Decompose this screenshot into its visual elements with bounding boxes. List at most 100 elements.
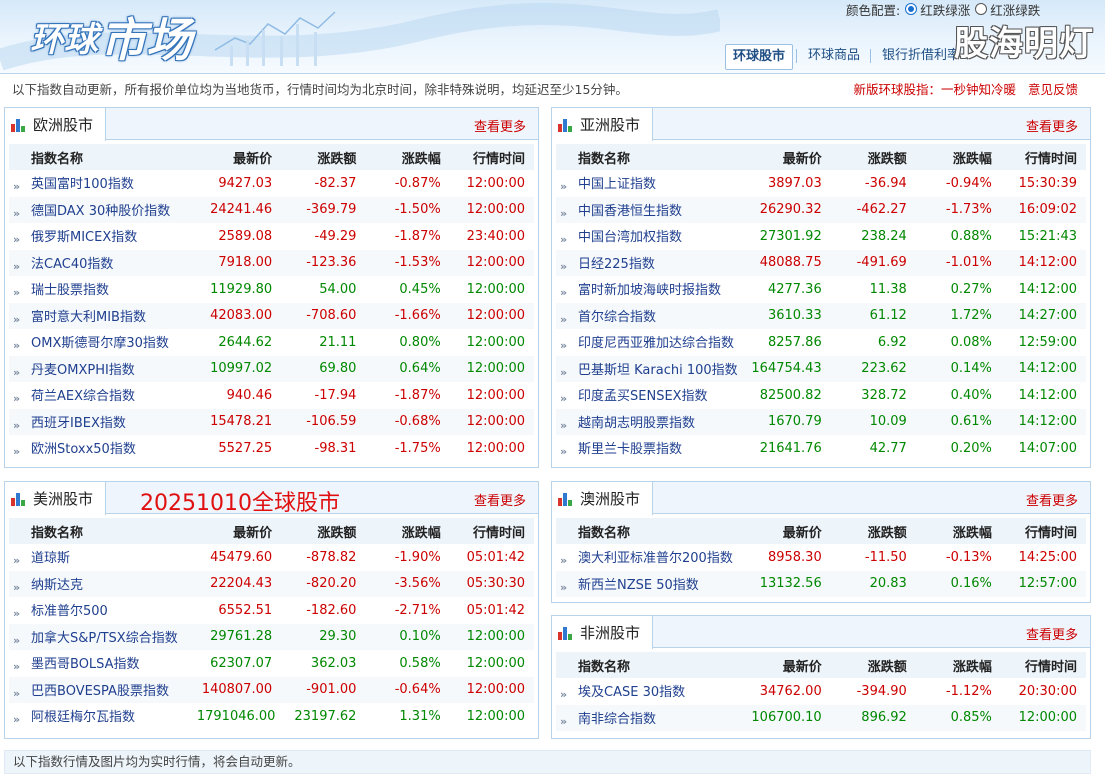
table-row[interactable]: » 中国台湾加权指数 27301.92 238.24 0.88% 15:21:43	[556, 223, 1086, 250]
table-row[interactable]: » 澳大利亚标准普尔200指数 8958.30 -11.50 -0.13% 14:25:0…	[556, 544, 1086, 571]
index-name-link[interactable]: 法CAC40指数	[31, 257, 113, 272]
index-name-link[interactable]: 阿根廷梅尔瓦指数	[31, 710, 135, 725]
index-name-link[interactable]: 印度尼西亚雅加达综合指数	[578, 336, 734, 351]
view-more-link[interactable]: 查看更多	[474, 116, 526, 135]
index-name-cell: » 加拿大S&P/TSX综合指数	[9, 623, 197, 650]
index-name-cell: » 印度尼西亚雅加达综合指数	[556, 329, 746, 356]
table-row[interactable]: » 巴西BOVESPA股票指数 140807.00 -901.00 -0.64% 12:0…	[9, 676, 534, 703]
table-body: » 埃及CASE 30指数 34762.00 -394.90 -1.12% 20:30:0…	[556, 678, 1086, 731]
index-name-link[interactable]: 欧洲Stoxx50指数	[31, 442, 136, 457]
radio-selected-icon[interactable]	[905, 3, 918, 15]
table-row[interactable]: » 斯里兰卡股票指数 21641.76 42.77 0.20% 14:07:00	[556, 435, 1086, 462]
index-name-link[interactable]: 富时新加坡海峡时报指数	[578, 283, 721, 298]
panel-title-tab[interactable]: 亚洲股市	[552, 108, 654, 141]
table-row[interactable]: » 南非综合指数 106700.10 896.92 0.85% 12:00:00	[556, 704, 1086, 731]
table-row[interactable]: » 英国富时100指数 9427.03 -82.37 -0.87% 12:00:00	[9, 170, 534, 197]
index-name-link[interactable]: 越南胡志明股票指数	[578, 416, 695, 431]
table-row[interactable]: » 瑞士股票指数 11929.80 54.00 0.45% 12:00:00	[9, 276, 534, 303]
table-row[interactable]: » 欧洲Stoxx50指数 5527.25 -98.31 -1.75% 12:00:00	[9, 435, 534, 462]
index-name-link[interactable]: 澳大利亚标准普尔200指数	[578, 551, 733, 566]
panel-title-tab[interactable]: 欧洲股市	[5, 108, 107, 141]
index-name-cell: » 南非综合指数	[556, 704, 746, 731]
index-name-link[interactable]: 印度孟买SENSEX指数	[578, 389, 708, 404]
double-chevron-icon: »	[560, 206, 567, 220]
index-name-link[interactable]: 德国DAX 30种股价指数	[31, 204, 170, 219]
view-more-link[interactable]: 查看更多	[1026, 624, 1078, 643]
index-name-cell: » 中国上证指数	[556, 170, 746, 197]
index-name-link[interactable]: 富时意大利MIB指数	[31, 310, 146, 325]
view-more-link[interactable]: 查看更多	[1026, 490, 1078, 509]
radio-icon[interactable]	[975, 3, 988, 15]
table-row[interactable]: » 德国DAX 30种股价指数 24241.46 -369.79 -1.50% 12:00…	[9, 196, 534, 223]
table-row[interactable]: » 俄罗斯MICEX指数 2589.08 -49.29 -1.87% 23:40:00	[9, 223, 534, 250]
index-name-link[interactable]: 首尔综合指数	[578, 310, 656, 325]
panel-header: 澳洲股市 查看更多	[552, 482, 1090, 515]
table-row[interactable]: » 法CAC40指数 7918.00 -123.36 -1.53% 12:00:00	[9, 249, 534, 276]
index-name-link[interactable]: 荷兰AEX综合指数	[31, 389, 135, 404]
new-version-link[interactable]: 新版环球股指：一秒钟知冷暖	[853, 82, 1016, 97]
index-name-link[interactable]: 中国台湾加权指数	[578, 230, 682, 245]
index-name-link[interactable]: 巴基斯坦 Karachi 100指数	[578, 363, 738, 378]
table-row[interactable]: » 印度尼西亚雅加达综合指数 8257.86 6.92 0.08% 12:59:00	[556, 329, 1086, 356]
table-row[interactable]: » 纳斯达克 22204.43 -820.20 -3.56% 05:30:30	[9, 570, 534, 597]
table-row[interactable]: » 标准普尔500 6552.51 -182.60 -2.71% 05:01:42	[9, 597, 534, 624]
index-name-link[interactable]: 加拿大S&P/TSX综合指数	[31, 631, 178, 646]
index-name-cell: » 印度孟买SENSEX指数	[556, 382, 746, 409]
index-name-link[interactable]: 新西兰NZSE 50指数	[578, 578, 699, 593]
table-row[interactable]: » 墨西哥BOLSA指数 62307.07 362.03 0.58% 12:00:00	[9, 650, 534, 677]
table-row[interactable]: » 巴基斯坦 Karachi 100指数 164754.43 223.62 0.14% 1…	[556, 355, 1086, 382]
table-row[interactable]: » 西班牙IBEX指数 15478.21 -106.59 -0.68% 12:00:00	[9, 408, 534, 435]
index-name-link[interactable]: 纳斯达克	[31, 578, 83, 593]
table-row[interactable]: » 越南胡志明股票指数 1670.79 10.09 0.61% 14:12:00	[556, 408, 1086, 435]
double-chevron-icon: »	[560, 554, 567, 568]
index-name-link[interactable]: 西班牙IBEX指数	[31, 416, 126, 431]
index-name-link[interactable]: 南非综合指数	[578, 712, 656, 727]
index-name-link[interactable]: 俄罗斯MICEX指数	[31, 230, 137, 245]
latest-price: 9427.03	[196, 170, 282, 197]
index-name-link[interactable]: 巴西BOVESPA股票指数	[31, 684, 169, 699]
table-row[interactable]: » 富时新加坡海峡时报指数 4277.36 11.38 0.27% 14:12:00	[556, 276, 1086, 303]
panel-title-tab[interactable]: 澳洲股市	[552, 482, 654, 515]
table-row[interactable]: » 新西兰NZSE 50指数 13132.56 20.83 0.16% 12:57:00	[556, 570, 1086, 597]
bar-chart-icon-bar	[563, 626, 567, 640]
index-name-link[interactable]: OMX斯德哥尔摩30指数	[31, 336, 169, 351]
index-name-link[interactable]: 斯里兰卡股票指数	[578, 442, 682, 457]
percent-change: -1.87%	[365, 223, 450, 250]
index-name-link[interactable]: 标准普尔500	[31, 604, 108, 619]
panel-title-tab[interactable]: 美洲股市	[5, 482, 107, 515]
panel-title-tab[interactable]: 非洲股市	[552, 616, 654, 649]
percent-change: 0.64%	[365, 355, 450, 382]
table-row[interactable]: » 中国香港恒生指数 26290.32 -462.27 -1.73% 16:09:02	[556, 196, 1086, 223]
index-name-link[interactable]: 道琼斯	[31, 551, 70, 566]
index-name-link[interactable]: 丹麦OMXPHI指数	[31, 363, 135, 378]
quote-time: 20:30:00	[1000, 678, 1086, 705]
watermark: 股海明灯	[954, 24, 1094, 64]
index-name-link[interactable]: 瑞士股票指数	[31, 283, 109, 298]
table-row[interactable]: » 中国上证指数 3897.03 -36.94 -0.94% 15:30:39	[556, 170, 1086, 197]
table-row[interactable]: » 道琼斯 45479.60 -878.82 -1.90% 05:01:42	[9, 544, 534, 571]
view-more-link[interactable]: 查看更多	[1026, 116, 1078, 135]
table-row[interactable]: » 荷兰AEX综合指数 940.46 -17.94 -1.87% 12:00:00	[9, 382, 534, 409]
panel-header: 非洲股市 查看更多	[552, 616, 1090, 649]
index-name-link[interactable]: 埃及CASE 30指数	[578, 685, 685, 700]
table-row[interactable]: » OMX斯德哥尔摩30指数 2644.62 21.11 0.80% 12:00:00	[9, 329, 534, 356]
tab-global-commodities[interactable]: 环球商品	[801, 44, 867, 70]
index-name-link[interactable]: 墨西哥BOLSA指数	[31, 657, 140, 672]
feedback-link[interactable]: 意见反馈	[1028, 82, 1078, 97]
index-name-link[interactable]: 中国上证指数	[578, 177, 656, 192]
table-row[interactable]: » 丹麦OMXPHI指数 10997.02 69.80 0.64% 12:00:00	[9, 355, 534, 382]
table-row[interactable]: » 加拿大S&P/TSX综合指数 29761.28 29.30 0.10% 12:00:0…	[9, 623, 534, 650]
table-row[interactable]: » 阿根廷梅尔瓦指数 1791046.00 23197.62 1.31% 12:00:00	[9, 703, 534, 730]
index-name-link[interactable]: 日经225指数	[578, 257, 655, 272]
tab-global-stocks[interactable]: 环球股市	[725, 44, 794, 70]
table-row[interactable]: » 首尔综合指数 3610.33 61.12 1.72% 14:27:00	[556, 302, 1086, 329]
table-row[interactable]: » 日经225指数 48088.75 -491.69 -1.01% 14:12:00	[556, 249, 1086, 276]
index-name-link[interactable]: 英国富时100指数	[31, 177, 134, 192]
latest-price: 42083.00	[196, 302, 282, 329]
view-more-link[interactable]: 查看更多	[474, 490, 526, 509]
table-row[interactable]: » 富时意大利MIB指数 42083.00 -708.60 -1.66% 12:00:00	[9, 302, 534, 329]
table-row[interactable]: » 印度孟买SENSEX指数 82500.82 328.72 0.40% 14:12:00	[556, 382, 1086, 409]
header-row: 指数名称 最新价 涨跌额 涨跌幅 行情时间	[556, 518, 1086, 544]
table-row[interactable]: » 埃及CASE 30指数 34762.00 -394.90 -1.12% 20:30:0…	[556, 678, 1086, 705]
index-name-link[interactable]: 中国香港恒生指数	[578, 204, 682, 219]
